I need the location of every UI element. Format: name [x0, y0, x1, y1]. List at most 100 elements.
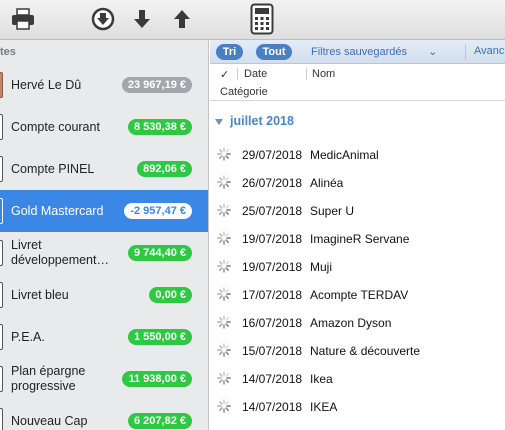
transaction-name: Nature & découverte [310, 344, 421, 358]
transaction-name: Super U [310, 204, 355, 218]
transaction-row[interactable]: 25/07/2018 Super U [210, 196, 505, 224]
account-card-icon [0, 156, 3, 182]
transaction-date: 26/07/2018 [242, 176, 303, 190]
column-separator [237, 68, 238, 80]
download-button[interactable] [89, 6, 117, 32]
pending-spinner-icon [217, 343, 231, 357]
transaction-date: 19/07/2018 [242, 232, 303, 246]
print-button[interactable] [9, 6, 37, 32]
arrow-up-icon [174, 10, 190, 28]
month-group-title: juillet 2018 [230, 114, 294, 128]
pending-spinner-icon [217, 231, 231, 245]
account-item[interactable]: Compte courant 8 530,38 € [0, 106, 208, 148]
account-name-line1: Livret bleu [11, 287, 69, 302]
account-name-line2: développement… [11, 253, 109, 267]
account-name: Compte PINEL [11, 148, 119, 190]
toolbar [0, 0, 505, 40]
print-icon [12, 8, 34, 30]
transaction-name: Acompte TERDAV [310, 288, 409, 302]
user-avatar-icon [0, 72, 3, 98]
account-name-line1: Compte PINEL [11, 161, 95, 176]
account-name-line1: Hervé Le Dû [11, 77, 82, 92]
transaction-row[interactable]: 19/07/2018 Muji [210, 252, 505, 280]
saved-filters-label: Filtres sauvegardés [311, 46, 407, 58]
column-header: ✓ Date Nom Catégorie [210, 64, 505, 101]
date-column-header[interactable]: Date [244, 68, 267, 80]
sidebar-section-label: tes [0, 46, 16, 58]
transaction-date: 25/07/2018 [242, 204, 303, 218]
account-balance-badge: 11 938,00 € [122, 371, 192, 387]
transaction-date: 17/07/2018 [242, 288, 303, 302]
account-item[interactable]: P.E.A. 1 550,00 € [0, 316, 208, 358]
account-name-line2: progressive [11, 379, 76, 393]
move-down-button[interactable] [128, 6, 156, 32]
pending-spinner-icon [217, 371, 231, 385]
account-balance-badge: 23 967,19 € [121, 77, 192, 93]
account-card-icon [0, 366, 3, 392]
account-card-icon [0, 282, 3, 308]
transaction-name: IKEA [310, 400, 338, 414]
account-balance-badge: 8 530,38 € [128, 119, 192, 135]
account-card-icon [0, 240, 3, 266]
account-balance-badge: 6 207,82 € [128, 413, 192, 429]
pending-spinner-icon [217, 399, 231, 413]
accounts-sidebar: tes Hervé Le Dû 23 967,19 € Compte courant… [0, 40, 209, 430]
account-card-icon [0, 114, 3, 140]
download-circle-icon [91, 7, 115, 31]
transaction-row[interactable]: 26/07/2018 Alinéa [210, 168, 505, 196]
account-name: Livret bleu [11, 274, 119, 316]
move-up-button[interactable] [168, 6, 196, 32]
transaction-date: 14/07/2018 [242, 372, 303, 386]
account-name: Nouveau Cap [11, 400, 119, 430]
account-item[interactable]: Nouveau Cap 6 207,82 € [0, 400, 208, 430]
transaction-row[interactable]: 14/07/2018 IKEA [210, 392, 505, 420]
account-card-icon [0, 408, 3, 430]
account-balance-badge: 892,06 € [137, 161, 192, 177]
divider [465, 44, 466, 60]
sort-button[interactable]: Tri [216, 44, 243, 60]
disclosure-triangle-icon[interactable] [215, 119, 223, 125]
account-item[interactable]: Hervé Le Dû 23 967,19 € [0, 64, 208, 106]
month-group-header[interactable]: juillet 2018 [210, 108, 505, 134]
account-balance-badge: 0,00 € [149, 287, 192, 303]
column-separator [306, 68, 307, 80]
advanced-filter-link[interactable]: Avanc [474, 45, 504, 57]
calculator-icon [250, 3, 274, 35]
calculator-button[interactable] [248, 3, 276, 35]
account-item[interactable]: Compte PINEL 892,06 € [0, 148, 208, 190]
transaction-date: 15/07/2018 [242, 344, 303, 358]
transaction-row[interactable]: 19/07/2018 ImagineR Servane [210, 224, 505, 252]
account-name-line1: P.E.A. [11, 329, 45, 344]
transaction-row[interactable]: 29/07/2018 MedicAnimal [210, 140, 505, 168]
name-column-header[interactable]: Nom [312, 68, 335, 80]
transaction-row[interactable]: 16/07/2018 Amazon Dyson [210, 308, 505, 336]
account-item[interactable]: Livret développement… 9 744,40 € [0, 232, 208, 274]
category-column-header[interactable]: Catégorie [220, 86, 268, 98]
transaction-date: 19/07/2018 [242, 260, 303, 274]
transaction-row[interactable]: 17/07/2018 Acompte TERDAV [210, 280, 505, 308]
transaction-name: ImagineR Servane [310, 232, 410, 246]
account-name: P.E.A. [11, 316, 119, 358]
checked-column-header[interactable]: ✓ [220, 68, 229, 81]
account-name: Hervé Le Dû [11, 64, 119, 106]
show-all-button[interactable]: Tout [256, 44, 292, 60]
pending-spinner-icon [217, 175, 231, 189]
account-name: Gold Mastercard [11, 190, 119, 232]
pending-spinner-icon [217, 147, 231, 161]
account-name: Compte courant [11, 106, 119, 148]
chevron-down-icon: ⌄ [428, 46, 438, 58]
pending-spinner-icon [217, 203, 231, 217]
transaction-name: Alinéa [310, 176, 344, 190]
account-item[interactable]: Livret bleu 0,00 € [0, 274, 208, 316]
account-item[interactable]: Gold Mastercard -2 957,47 € [0, 190, 208, 232]
transaction-date: 16/07/2018 [242, 316, 303, 330]
transaction-date: 29/07/2018 [242, 148, 303, 162]
transaction-row[interactable]: 14/07/2018 Ikea [210, 364, 505, 392]
saved-filters-menu[interactable]: Filtres sauvegardés ⌄ [311, 45, 437, 58]
account-name-line1: Nouveau Cap [11, 413, 88, 428]
account-name-line1: Livret [11, 238, 42, 252]
transaction-row[interactable]: 15/07/2018 Nature & découverte [210, 336, 505, 364]
account-item[interactable]: Plan épargne progressive 11 938,00 € [0, 358, 208, 400]
account-name-line1: Gold Mastercard [11, 203, 104, 218]
account-name-line1: Compte courant [11, 119, 100, 134]
